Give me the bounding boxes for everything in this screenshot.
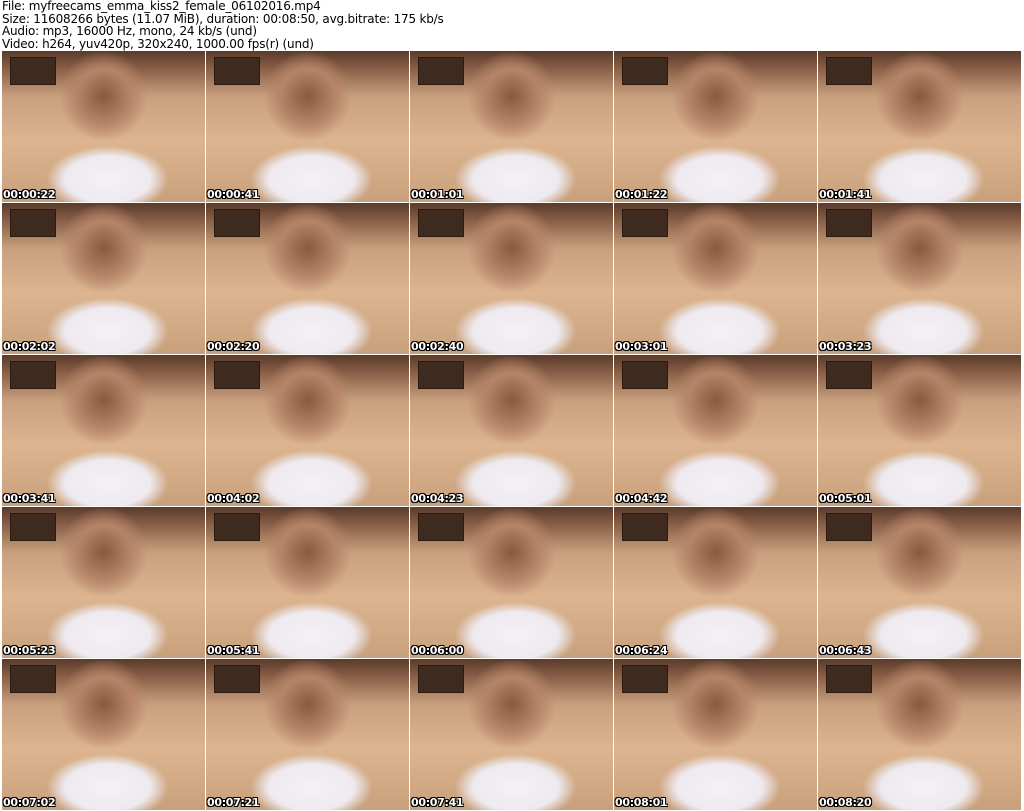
- timestamp-label: 00:04:02: [207, 492, 260, 505]
- thumbnail-frame-image: [418, 361, 464, 389]
- thumbnail-frame-image: [214, 361, 260, 389]
- thumbnail-frame-image: [826, 513, 872, 541]
- timestamp-label: 00:03:41: [3, 492, 56, 505]
- video-thumbnail: 00:01:41: [818, 51, 1021, 202]
- thumbnail-frame-image: [826, 57, 872, 85]
- timestamp-label: 00:06:00: [411, 644, 464, 657]
- file-name: File: myfreecams_emma_kiss2_female_06102…: [2, 0, 321, 13]
- timestamp-label: 00:04:23: [411, 492, 464, 505]
- thumbnail-frame-image: [214, 513, 260, 541]
- timestamp-label: 00:06:24: [615, 644, 668, 657]
- video-thumbnail: 00:04:02: [206, 355, 409, 506]
- timestamp-label: 00:06:43: [819, 644, 872, 657]
- video-thumbnail: 00:07:02: [2, 659, 205, 810]
- timestamp-label: 00:02:20: [207, 340, 260, 353]
- thumbnail-frame-image: [10, 361, 56, 389]
- video-thumbnail: 00:04:23: [410, 355, 613, 506]
- thumbnail-frame-image: [418, 665, 464, 693]
- video-thumbnail: 00:00:22: [2, 51, 205, 202]
- timestamp-label: 00:08:01: [615, 796, 668, 809]
- video-thumbnail: 00:03:01: [614, 203, 817, 354]
- thumbnail-frame-image: [214, 209, 260, 237]
- video-thumbnail: 00:06:43: [818, 507, 1021, 658]
- thumbnail-frame-image: [826, 209, 872, 237]
- timestamp-label: 00:03:01: [615, 340, 668, 353]
- video-thumbnail: 00:01:22: [614, 51, 817, 202]
- timestamp-label: 00:04:42: [615, 492, 668, 505]
- video-thumbnail: 00:07:41: [410, 659, 613, 810]
- timestamp-label: 00:07:21: [207, 796, 260, 809]
- thumbnail-frame-image: [418, 209, 464, 237]
- video-thumbnail: 00:02:02: [2, 203, 205, 354]
- thumbnail-frame-image: [826, 361, 872, 389]
- timestamp-label: 00:02:40: [411, 340, 464, 353]
- video-thumbnail: 00:05:01: [818, 355, 1021, 506]
- timestamp-label: 00:03:23: [819, 340, 872, 353]
- thumbnail-frame-image: [622, 513, 668, 541]
- thumbnail-frame-image: [622, 665, 668, 693]
- video-thumbnail: 00:08:20: [818, 659, 1021, 810]
- video-thumbnail: 00:01:01: [410, 51, 613, 202]
- thumbnail-frame-image: [10, 513, 56, 541]
- thumbnail-frame-image: [622, 57, 668, 85]
- thumbnail-grid: 00:00:22 00:00:41 00:01:01 00:01:22 00:01:41…: [2, 51, 1021, 810]
- video-thumbnail: 00:05:41: [206, 507, 409, 658]
- video-thumbnail: 00:07:21: [206, 659, 409, 810]
- thumbnail-frame-image: [214, 57, 260, 85]
- timestamp-label: 00:07:41: [411, 796, 464, 809]
- timestamp-label: 00:01:22: [615, 188, 668, 201]
- timestamp-label: 00:02:02: [3, 340, 56, 353]
- thumbnail-frame-image: [10, 209, 56, 237]
- video-thumbnail: 00:02:20: [206, 203, 409, 354]
- timestamp-label: 00:01:41: [819, 188, 872, 201]
- timestamp-label: 00:05:23: [3, 644, 56, 657]
- video-thumbnail: 00:05:23: [2, 507, 205, 658]
- thumbnail-frame-image: [418, 513, 464, 541]
- timestamp-label: 00:05:41: [207, 644, 260, 657]
- video-thumbnail: 00:03:23: [818, 203, 1021, 354]
- timestamp-label: 00:00:41: [207, 188, 260, 201]
- timestamp-label: 00:00:22: [3, 188, 56, 201]
- video-thumbnail: 00:04:42: [614, 355, 817, 506]
- thumbnail-frame-image: [10, 665, 56, 693]
- audio-info: Audio: mp3, 16000 Hz, mono, 24 kb/s (und…: [2, 24, 257, 38]
- video-thumbnail: 00:02:40: [410, 203, 613, 354]
- thumbnail-frame-image: [10, 57, 56, 85]
- thumbnail-frame-image: [826, 665, 872, 693]
- video-thumbnail: 00:03:41: [2, 355, 205, 506]
- timestamp-label: 00:08:20: [819, 796, 872, 809]
- video-thumbnail: 00:08:01: [614, 659, 817, 810]
- video-thumbnail: 00:00:41: [206, 51, 409, 202]
- thumbnail-frame-image: [214, 665, 260, 693]
- timestamp-label: 00:05:01: [819, 492, 872, 505]
- thumbnail-frame-image: [622, 361, 668, 389]
- video-thumbnail: 00:06:00: [410, 507, 613, 658]
- thumbnail-frame-image: [418, 57, 464, 85]
- thumbnail-frame-image: [622, 209, 668, 237]
- video-thumbnail: 00:06:24: [614, 507, 817, 658]
- file-info-header: File: myfreecams_emma_kiss2_female_06102…: [2, 0, 444, 50]
- timestamp-label: 00:07:02: [3, 796, 56, 809]
- timestamp-label: 00:01:01: [411, 188, 464, 201]
- video-info: Video: h264, yuv420p, 320x240, 1000.00 f…: [2, 36, 314, 51]
